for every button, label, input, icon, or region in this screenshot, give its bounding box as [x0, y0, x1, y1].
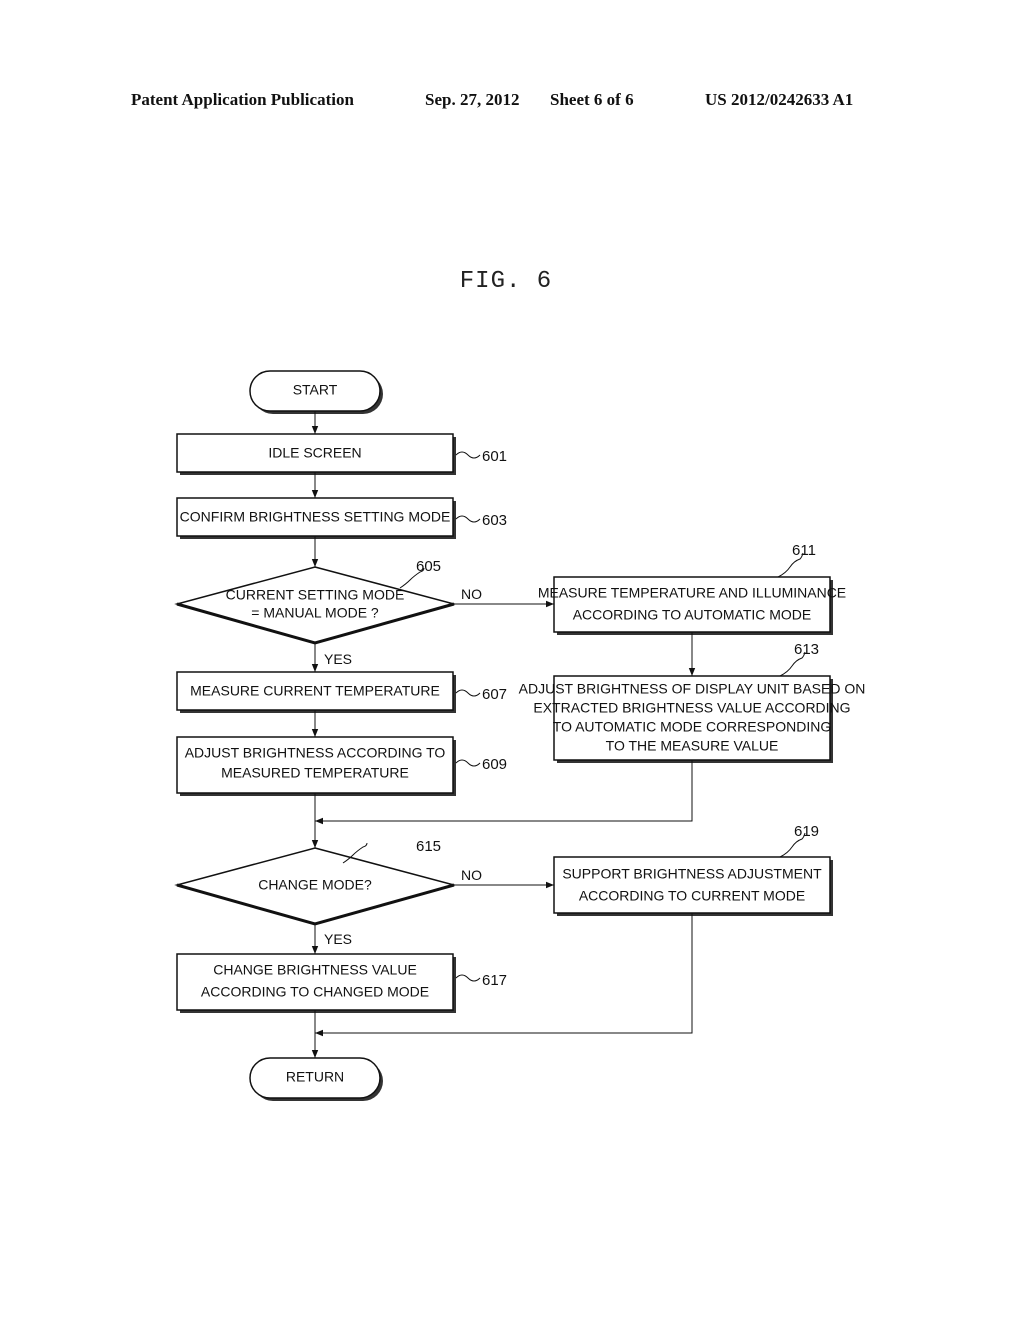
step-611-box: MEASURE TEMPERATURE AND ILLUMINANCE ACCO… — [538, 576, 846, 635]
ref-607-leader — [455, 689, 481, 697]
step-617-line1: CHANGE BRIGHTNESS VALUE — [213, 962, 417, 978]
step-609-box: ADJUST BRIGHTNESS ACCORDING TO MEASURED … — [176, 736, 456, 796]
ref-617-leader — [455, 974, 481, 982]
step-619-line2: ACCORDING TO CURRENT MODE — [579, 888, 805, 904]
ref-611: 611 — [792, 542, 816, 559]
return-terminator: RETURN — [249, 1057, 383, 1101]
step-613-line2: EXTRACTED BRIGHTNESS VALUE ACCORDING — [533, 700, 850, 716]
step-603-text: CONFIRM BRIGHTNESS SETTING MODE — [180, 509, 451, 525]
step-601-box: IDLE SCREEN — [176, 433, 456, 475]
ref-603-leader — [455, 515, 481, 523]
ref-607: 607 — [482, 686, 507, 703]
branch-605-no: NO — [461, 586, 482, 602]
step-613-line1: ADJUST BRIGHTNESS OF DISPLAY UNIT BASED … — [519, 681, 866, 697]
decision-615-text: CHANGE MODE? — [258, 877, 372, 893]
step-619-line1: SUPPORT BRIGHTNESS ADJUSTMENT — [562, 866, 822, 882]
step-601-text: IDLE SCREEN — [268, 445, 361, 461]
ref-605: 605 — [416, 558, 441, 575]
ref-619: 619 — [794, 823, 819, 840]
decision-615: CHANGE MODE? — [174, 847, 457, 926]
ref-601: 601 — [482, 448, 507, 465]
decision-605-line2: = MANUAL MODE ? — [251, 605, 379, 621]
step-611-line1: MEASURE TEMPERATURE AND ILLUMINANCE — [538, 585, 846, 601]
ref-609: 609 — [482, 756, 507, 773]
branch-615-no: NO — [461, 867, 482, 883]
step-613-line3: TO AUTOMATIC MODE CORRESPONDING — [553, 719, 831, 735]
step-609-line1: ADJUST BRIGHTNESS ACCORDING TO — [185, 745, 446, 761]
step-607-box: MEASURE CURRENT TEMPERATURE — [176, 671, 456, 713]
step-603-box: CONFIRM BRIGHTNESS SETTING MODE — [176, 497, 456, 539]
step-613-line4: TO THE MEASURE VALUE — [606, 738, 779, 754]
step-617-line2: ACCORDING TO CHANGED MODE — [201, 984, 429, 1000]
step-611-line2: ACCORDING TO AUTOMATIC MODE — [573, 607, 812, 623]
ref-617: 617 — [482, 972, 507, 989]
start-terminator: START — [249, 370, 383, 414]
branch-615-yes: YES — [324, 931, 352, 947]
step-617-box: CHANGE BRIGHTNESS VALUE ACCORDING TO CHA… — [176, 953, 456, 1013]
decision-605: CURRENT SETTING MODE = MANUAL MODE ? — [174, 566, 457, 645]
ref-615: 615 — [416, 838, 441, 855]
ref-613: 613 — [794, 641, 819, 658]
ref-609-leader — [455, 759, 481, 767]
ref-601-leader — [455, 451, 481, 459]
decision-605-line1: CURRENT SETTING MODE — [226, 587, 405, 603]
start-label: START — [293, 382, 338, 398]
ref-603: 603 — [482, 512, 507, 529]
step-609-line2: MEASURED TEMPERATURE — [221, 765, 409, 781]
step-613-box: ADJUST BRIGHTNESS OF DISPLAY UNIT BASED … — [519, 675, 866, 763]
step-607-text: MEASURE CURRENT TEMPERATURE — [190, 683, 440, 699]
branch-605-yes: YES — [324, 651, 352, 667]
flowchart: START IDLE SCREEN 601 CONFIRM BRIGHTNESS… — [174, 370, 866, 1101]
return-label: RETURN — [286, 1069, 344, 1085]
step-619-box: SUPPORT BRIGHTNESS ADJUSTMENT ACCORDING … — [553, 856, 833, 916]
